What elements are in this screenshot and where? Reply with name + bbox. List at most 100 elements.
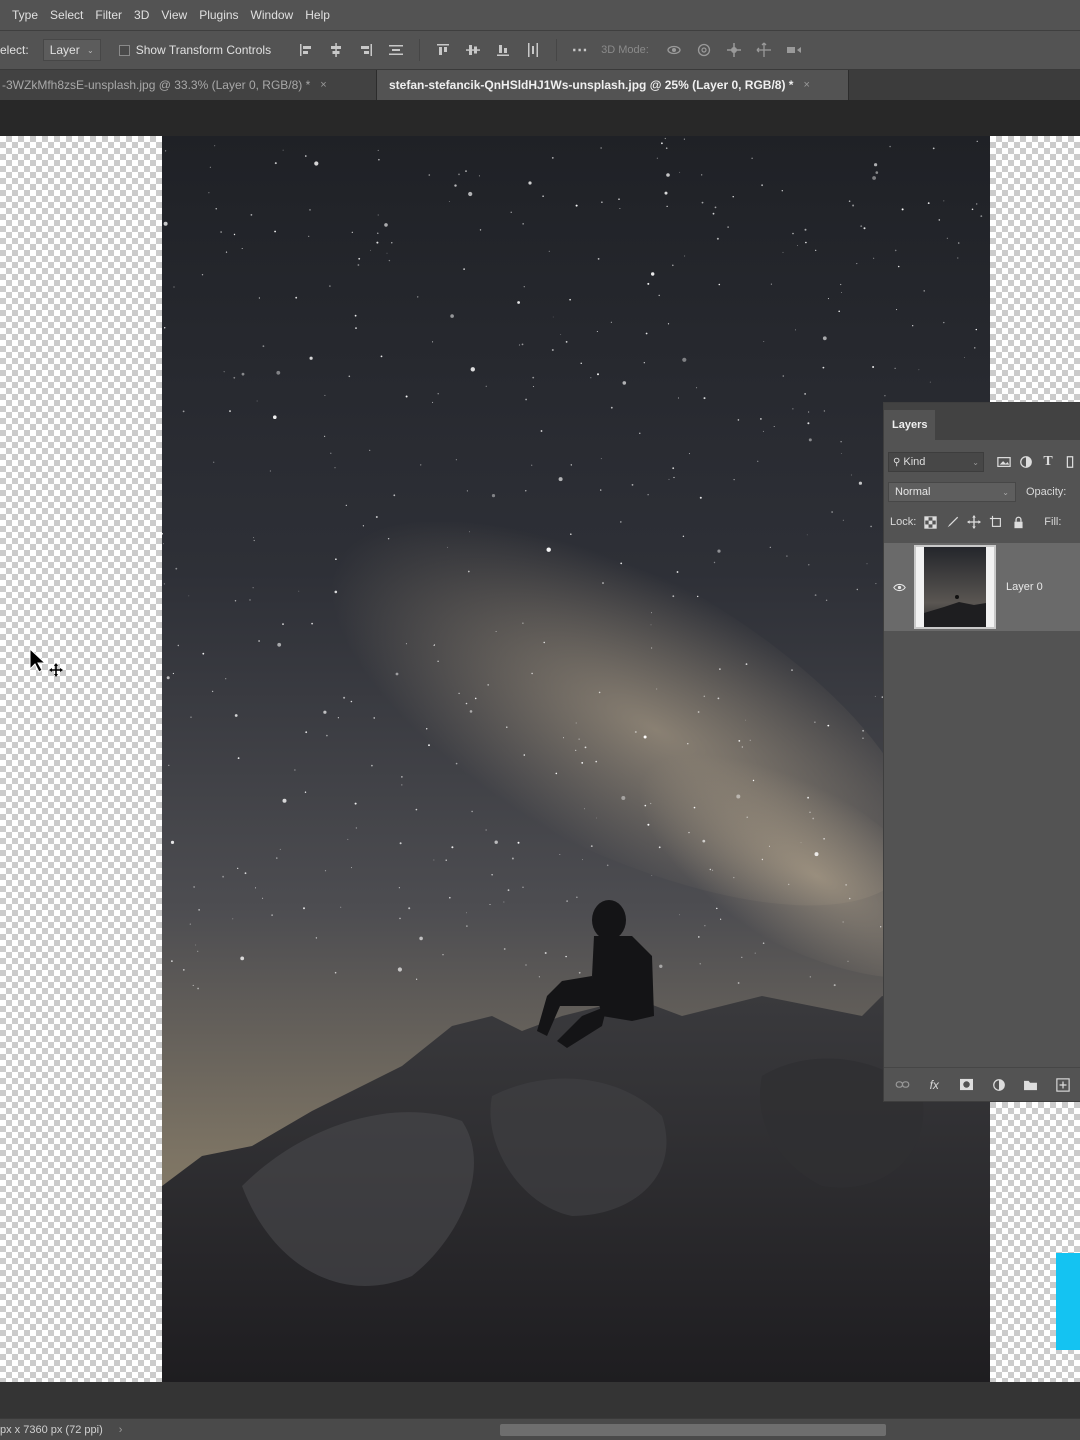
align-vertical-centers-icon[interactable] bbox=[464, 41, 482, 59]
close-icon[interactable]: × bbox=[320, 79, 326, 91]
status-menu-arrow[interactable]: › bbox=[119, 1424, 123, 1436]
layer-row[interactable]: Layer 0 bbox=[884, 543, 1080, 631]
layers-tab[interactable]: Layers bbox=[884, 410, 936, 440]
lock-position-icon[interactable] bbox=[966, 514, 982, 530]
star bbox=[673, 476, 675, 479]
lock-transparency-icon[interactable] bbox=[922, 514, 938, 530]
document-tab-1[interactable]: -3WZkMfh8zsE-unsplash.jpg @ 33.3% (Layer… bbox=[0, 70, 377, 100]
star bbox=[875, 583, 877, 585]
new-group-folder-icon[interactable] bbox=[1022, 1076, 1040, 1094]
star bbox=[792, 408, 794, 410]
link-layers-icon[interactable] bbox=[893, 1076, 911, 1094]
star bbox=[672, 595, 675, 598]
lock-all-icon[interactable] bbox=[1010, 514, 1026, 530]
star bbox=[760, 418, 762, 420]
adjustment-filter-icon[interactable] bbox=[1018, 454, 1034, 470]
star bbox=[465, 702, 468, 705]
star bbox=[298, 590, 300, 592]
roll-3d-icon[interactable] bbox=[695, 41, 713, 59]
menu-plugins[interactable]: Plugins bbox=[193, 0, 244, 31]
star bbox=[699, 963, 701, 965]
star bbox=[578, 971, 581, 974]
blend-mode-dropdown[interactable]: Normal ⌄ bbox=[888, 482, 1016, 502]
distribute-horizontal-icon[interactable] bbox=[524, 41, 542, 59]
menu-view[interactable]: View bbox=[155, 0, 193, 31]
star bbox=[858, 481, 863, 485]
menu-window[interactable]: Window bbox=[245, 0, 300, 31]
align-left-edges-icon[interactable] bbox=[297, 41, 315, 59]
star bbox=[976, 140, 978, 142]
pixel-filter-icon[interactable] bbox=[996, 454, 1012, 470]
star bbox=[370, 249, 371, 251]
star bbox=[330, 452, 332, 454]
star bbox=[565, 341, 568, 343]
star bbox=[208, 192, 210, 194]
horizontal-scrollbar[interactable] bbox=[500, 1424, 886, 1436]
menu-bar: Type Select Filter 3D View Plugins Windo… bbox=[0, 0, 1080, 31]
add-mask-icon[interactable] bbox=[957, 1076, 975, 1094]
menu-type[interactable]: Type bbox=[6, 0, 44, 31]
star bbox=[324, 394, 326, 396]
star bbox=[845, 884, 847, 886]
star bbox=[745, 719, 746, 721]
star bbox=[823, 838, 825, 840]
new-adjustment-layer-icon[interactable] bbox=[990, 1076, 1008, 1094]
orbit-3d-icon[interactable] bbox=[665, 41, 683, 59]
align-top-edges-icon[interactable] bbox=[434, 41, 452, 59]
align-right-edges-icon[interactable] bbox=[357, 41, 375, 59]
star bbox=[405, 395, 408, 398]
menu-filter[interactable]: Filter bbox=[89, 0, 128, 31]
distribute-vertical-icon[interactable] bbox=[387, 41, 405, 59]
star bbox=[856, 263, 858, 265]
lock-artboard-icon[interactable] bbox=[988, 514, 1004, 530]
type-filter-icon[interactable]: T bbox=[1040, 454, 1056, 470]
star bbox=[840, 283, 842, 286]
menu-help[interactable]: Help bbox=[299, 0, 336, 31]
pan-3d-icon[interactable] bbox=[725, 41, 743, 59]
layer-style-fx-icon[interactable]: fx bbox=[925, 1076, 943, 1094]
star bbox=[664, 137, 666, 140]
star bbox=[667, 323, 670, 325]
star bbox=[542, 195, 544, 197]
night-sky-photo[interactable] bbox=[162, 136, 990, 1382]
close-icon[interactable]: × bbox=[803, 79, 809, 91]
layers-filter-row: ⚲ Kind ⌄ T bbox=[884, 448, 1080, 476]
star bbox=[570, 464, 572, 466]
lock-pixels-icon[interactable] bbox=[944, 514, 960, 530]
show-transform-checkbox[interactable] bbox=[118, 44, 130, 56]
star bbox=[334, 590, 338, 594]
auto-select-dropdown[interactable]: Layer ⌄ bbox=[42, 39, 101, 61]
fill-label: Fill: bbox=[1044, 516, 1062, 528]
star bbox=[842, 519, 844, 521]
star bbox=[276, 857, 278, 859]
scale-3d-icon[interactable] bbox=[785, 41, 803, 59]
menu-select[interactable]: Select bbox=[44, 0, 89, 31]
star bbox=[716, 237, 719, 240]
ellipsis-icon[interactable]: ⋯ bbox=[571, 41, 589, 59]
star bbox=[815, 249, 817, 251]
eye-icon[interactable] bbox=[884, 583, 914, 592]
star bbox=[391, 242, 393, 244]
star bbox=[487, 684, 490, 686]
star bbox=[380, 355, 383, 358]
align-horizontal-centers-icon[interactable] bbox=[327, 41, 345, 59]
star bbox=[894, 249, 897, 252]
align-bottom-edges-icon[interactable] bbox=[494, 41, 512, 59]
kind-filter-dropdown[interactable]: ⚲ Kind ⌄ bbox=[888, 452, 984, 472]
layer-name[interactable]: Layer 0 bbox=[1006, 581, 1043, 593]
shape-filter-icon[interactable] bbox=[1062, 454, 1078, 470]
slide-3d-icon[interactable] bbox=[755, 41, 773, 59]
star bbox=[741, 956, 743, 958]
star bbox=[551, 157, 554, 159]
star bbox=[355, 827, 358, 829]
star bbox=[754, 952, 756, 954]
star bbox=[375, 516, 378, 518]
transparent-canvas-left[interactable] bbox=[0, 136, 162, 1382]
star bbox=[455, 459, 457, 461]
star bbox=[863, 227, 866, 230]
menu-3d[interactable]: 3D bbox=[128, 0, 155, 31]
new-layer-icon[interactable] bbox=[1054, 1076, 1072, 1094]
star bbox=[901, 208, 904, 211]
document-tab-2[interactable]: stefan-stefancik-QnHSldHJ1Ws-unsplash.jp… bbox=[377, 70, 849, 100]
star bbox=[234, 600, 237, 602]
